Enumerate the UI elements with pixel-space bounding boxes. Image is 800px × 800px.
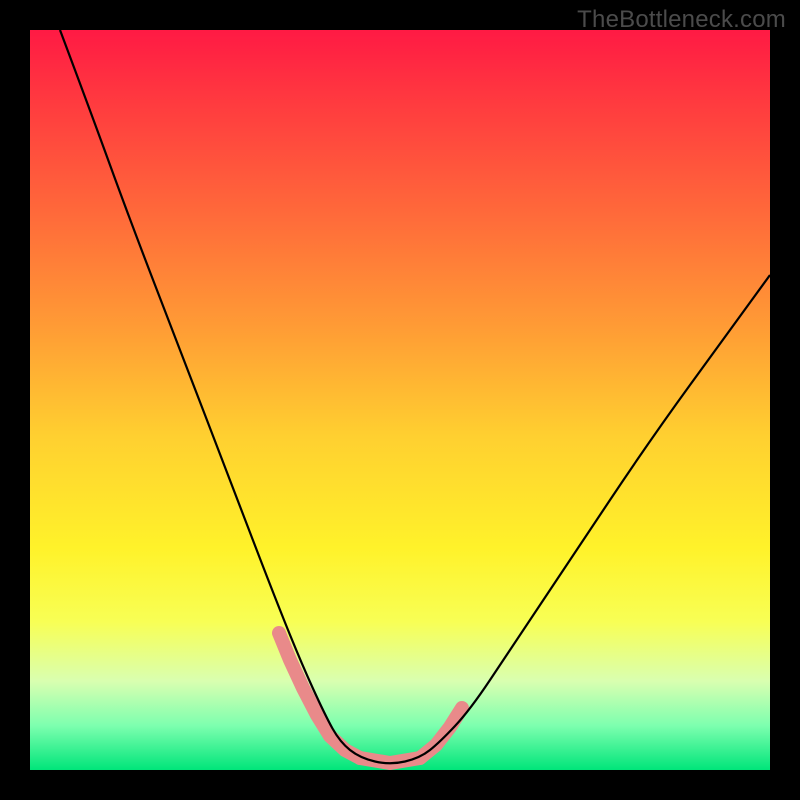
marker-right [420,708,462,758]
bottleneck-curve [60,30,770,763]
plot-frame [30,30,770,770]
marker-left [279,633,360,758]
curve-layer [30,30,770,770]
watermark-text: TheBottleneck.com [577,6,786,34]
